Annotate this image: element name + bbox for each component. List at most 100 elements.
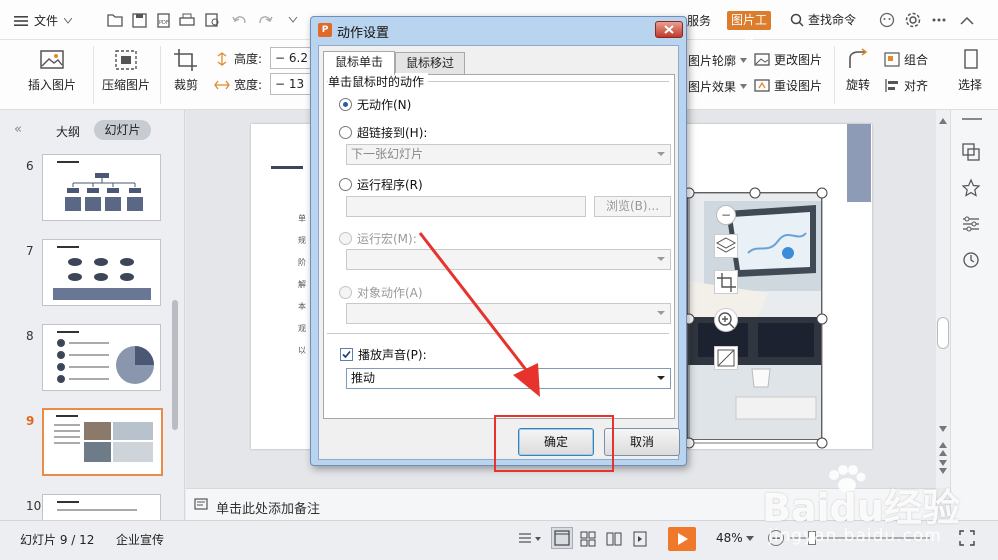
compress-picture-button[interactable]: 压缩图片 (100, 48, 152, 93)
zoom-in-icon[interactable] (714, 308, 738, 332)
selection-handles[interactable] (683, 187, 829, 450)
more-options-icon[interactable] (930, 11, 948, 29)
history-icon[interactable] (961, 250, 981, 270)
baidu-watermark: Baidu经验 jingyan.baidu.com (760, 465, 996, 560)
slide-thumbnail-selected[interactable] (42, 408, 163, 476)
menu-tab-services[interactable]: 服务 (687, 12, 711, 29)
slide-thumbnail[interactable] (42, 324, 161, 391)
radio-object-action (339, 286, 352, 299)
tab-slides[interactable]: 幻灯片 (94, 120, 151, 140)
gear-icon[interactable] (904, 11, 922, 29)
zoom-out-icon[interactable]: − (716, 205, 736, 225)
slide-number: 10 (26, 499, 42, 513)
more-icon[interactable] (284, 11, 302, 29)
hyperlink-select[interactable]: 下一张幻灯片 (346, 144, 671, 165)
settings-sliders-icon[interactable] (961, 214, 981, 234)
change-picture-button[interactable]: 更改图片 (754, 51, 822, 68)
search-command[interactable]: 查找命令 (790, 11, 856, 28)
crop-label: 裁剪 (173, 78, 198, 92)
play-icon (678, 533, 688, 545)
save-icon[interactable] (130, 11, 148, 29)
play-slideshow-button[interactable] (668, 527, 696, 551)
scroll-up-icon[interactable] (939, 118, 947, 124)
width-minus[interactable]: − (275, 77, 285, 91)
reset-picture-button[interactable]: 重设图片 (754, 77, 822, 94)
collapse-ribbon-icon[interactable] (958, 11, 976, 29)
tab-mouse-over[interactable]: 鼠标移过 (395, 52, 465, 74)
open-icon[interactable] (106, 11, 124, 29)
picture-effect-button[interactable]: 图片效果 (688, 78, 748, 95)
radio-hyperlink[interactable] (339, 126, 352, 139)
group-icon (884, 52, 900, 67)
file-menu[interactable]: 文件 (14, 12, 73, 29)
file-menu-label: 文件 (34, 14, 59, 28)
width-value: 13 (288, 77, 305, 91)
browse-button[interactable]: 浏览(B)... (594, 196, 671, 217)
radio-run-program[interactable] (339, 178, 352, 191)
layers-icon[interactable] (714, 234, 738, 258)
picture-style-icon[interactable] (714, 346, 738, 370)
radio-no-action[interactable] (339, 98, 352, 111)
height-minus[interactable]: − (275, 51, 285, 65)
notes-placeholder[interactable]: 单击此处添加备注 (216, 498, 320, 517)
play-sound-checkbox[interactable] (340, 348, 353, 361)
program-path-input[interactable] (346, 196, 586, 217)
prev-slide-icon[interactable] (939, 442, 947, 456)
more-view-icon[interactable] (632, 530, 648, 548)
tab-mouse-click[interactable]: 鼠标单击 (323, 51, 395, 75)
width-input[interactable]: − 13 (270, 73, 312, 95)
copy-style-icon[interactable] (961, 142, 981, 162)
reading-view-icon[interactable] (605, 530, 623, 548)
feedback-icon[interactable] (878, 11, 896, 29)
group-button[interactable]: 组合 (884, 51, 928, 68)
print-preview-icon[interactable] (204, 11, 222, 29)
width-control: 宽度: (214, 76, 262, 93)
zoom-level[interactable]: 48% (716, 531, 743, 545)
collapse-panel-icon[interactable]: « (14, 122, 22, 137)
slide-number: 8 (26, 329, 34, 343)
insert-picture-button[interactable]: 插入图片 (20, 48, 84, 93)
hyperlink-label[interactable]: 超链接到(H): (357, 124, 427, 141)
star-icon[interactable] (961, 178, 981, 198)
crop-button[interactable]: 裁剪 (166, 48, 206, 93)
slide-thumbnail[interactable] (42, 154, 161, 221)
slide-text-block: 单 规 阶 解 本 观 以 (298, 208, 306, 362)
dialog-title-bar[interactable]: P 动作设置 (311, 17, 686, 43)
slide-thumbnail[interactable] (42, 239, 161, 306)
height-input[interactable]: − 6.2 (270, 47, 312, 69)
redo-icon[interactable] (256, 11, 274, 29)
align-button[interactable]: 对齐 (884, 77, 928, 94)
scroll-down-icon[interactable] (939, 426, 947, 432)
run-program-label[interactable]: 运行程序(R) (357, 176, 423, 193)
crop-tool-icon[interactable] (714, 270, 738, 294)
no-action-label[interactable]: 无动作(N) (357, 96, 411, 113)
close-button[interactable] (655, 21, 683, 38)
pdf-export-icon[interactable]: PDF (154, 11, 172, 29)
slide-sorter-icon[interactable] (579, 530, 597, 548)
canvas-scrollbar[interactable] (936, 110, 950, 488)
theme-name[interactable]: 企业宣传 (116, 531, 164, 548)
floating-picture-toolbar: − (712, 200, 740, 380)
undo-icon[interactable] (230, 11, 248, 29)
normal-view-icon[interactable] (551, 527, 573, 549)
cancel-button[interactable]: 取消 (604, 428, 680, 456)
picture-icon (40, 50, 64, 69)
picture-outline-button[interactable]: 图片轮廓 (688, 52, 748, 69)
slide-thumbnail[interactable] (42, 494, 161, 520)
notes-toggle-icon[interactable] (517, 531, 543, 547)
thumbnail-scrollbar[interactable] (172, 300, 178, 430)
hamburger-icon (14, 15, 28, 26)
scrollbar-thumb[interactable] (937, 317, 949, 349)
rotate-button[interactable]: 旋转 (838, 48, 878, 93)
select-button[interactable]: 选择 (950, 48, 990, 93)
zoom-dropdown-icon[interactable] (746, 536, 754, 541)
dialog-title: 动作设置 (337, 26, 390, 41)
dropdown-arrow-icon (657, 257, 665, 261)
search-icon (790, 13, 804, 27)
print-icon[interactable] (178, 11, 196, 29)
slide-text-line: 规 (298, 236, 306, 245)
tab-picture-tools[interactable]: 图片工具 (727, 11, 771, 46)
annotation-arrow (418, 232, 540, 397)
sound-value: 推动 (351, 371, 376, 385)
tab-outline[interactable]: 大纲 (56, 123, 80, 140)
